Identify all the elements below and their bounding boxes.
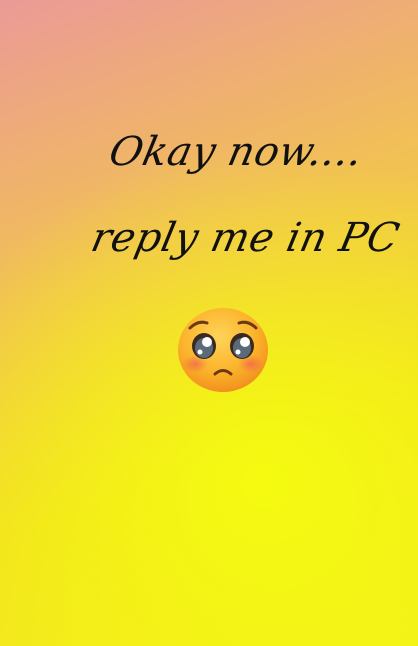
pleading-face-icon [176,306,270,394]
caption-line-reply-me: reply me in PC [87,215,404,261]
caption-line-okay-now: Okay now.... [105,129,368,175]
story-background: Okay now.... reply me in PC [0,0,418,646]
